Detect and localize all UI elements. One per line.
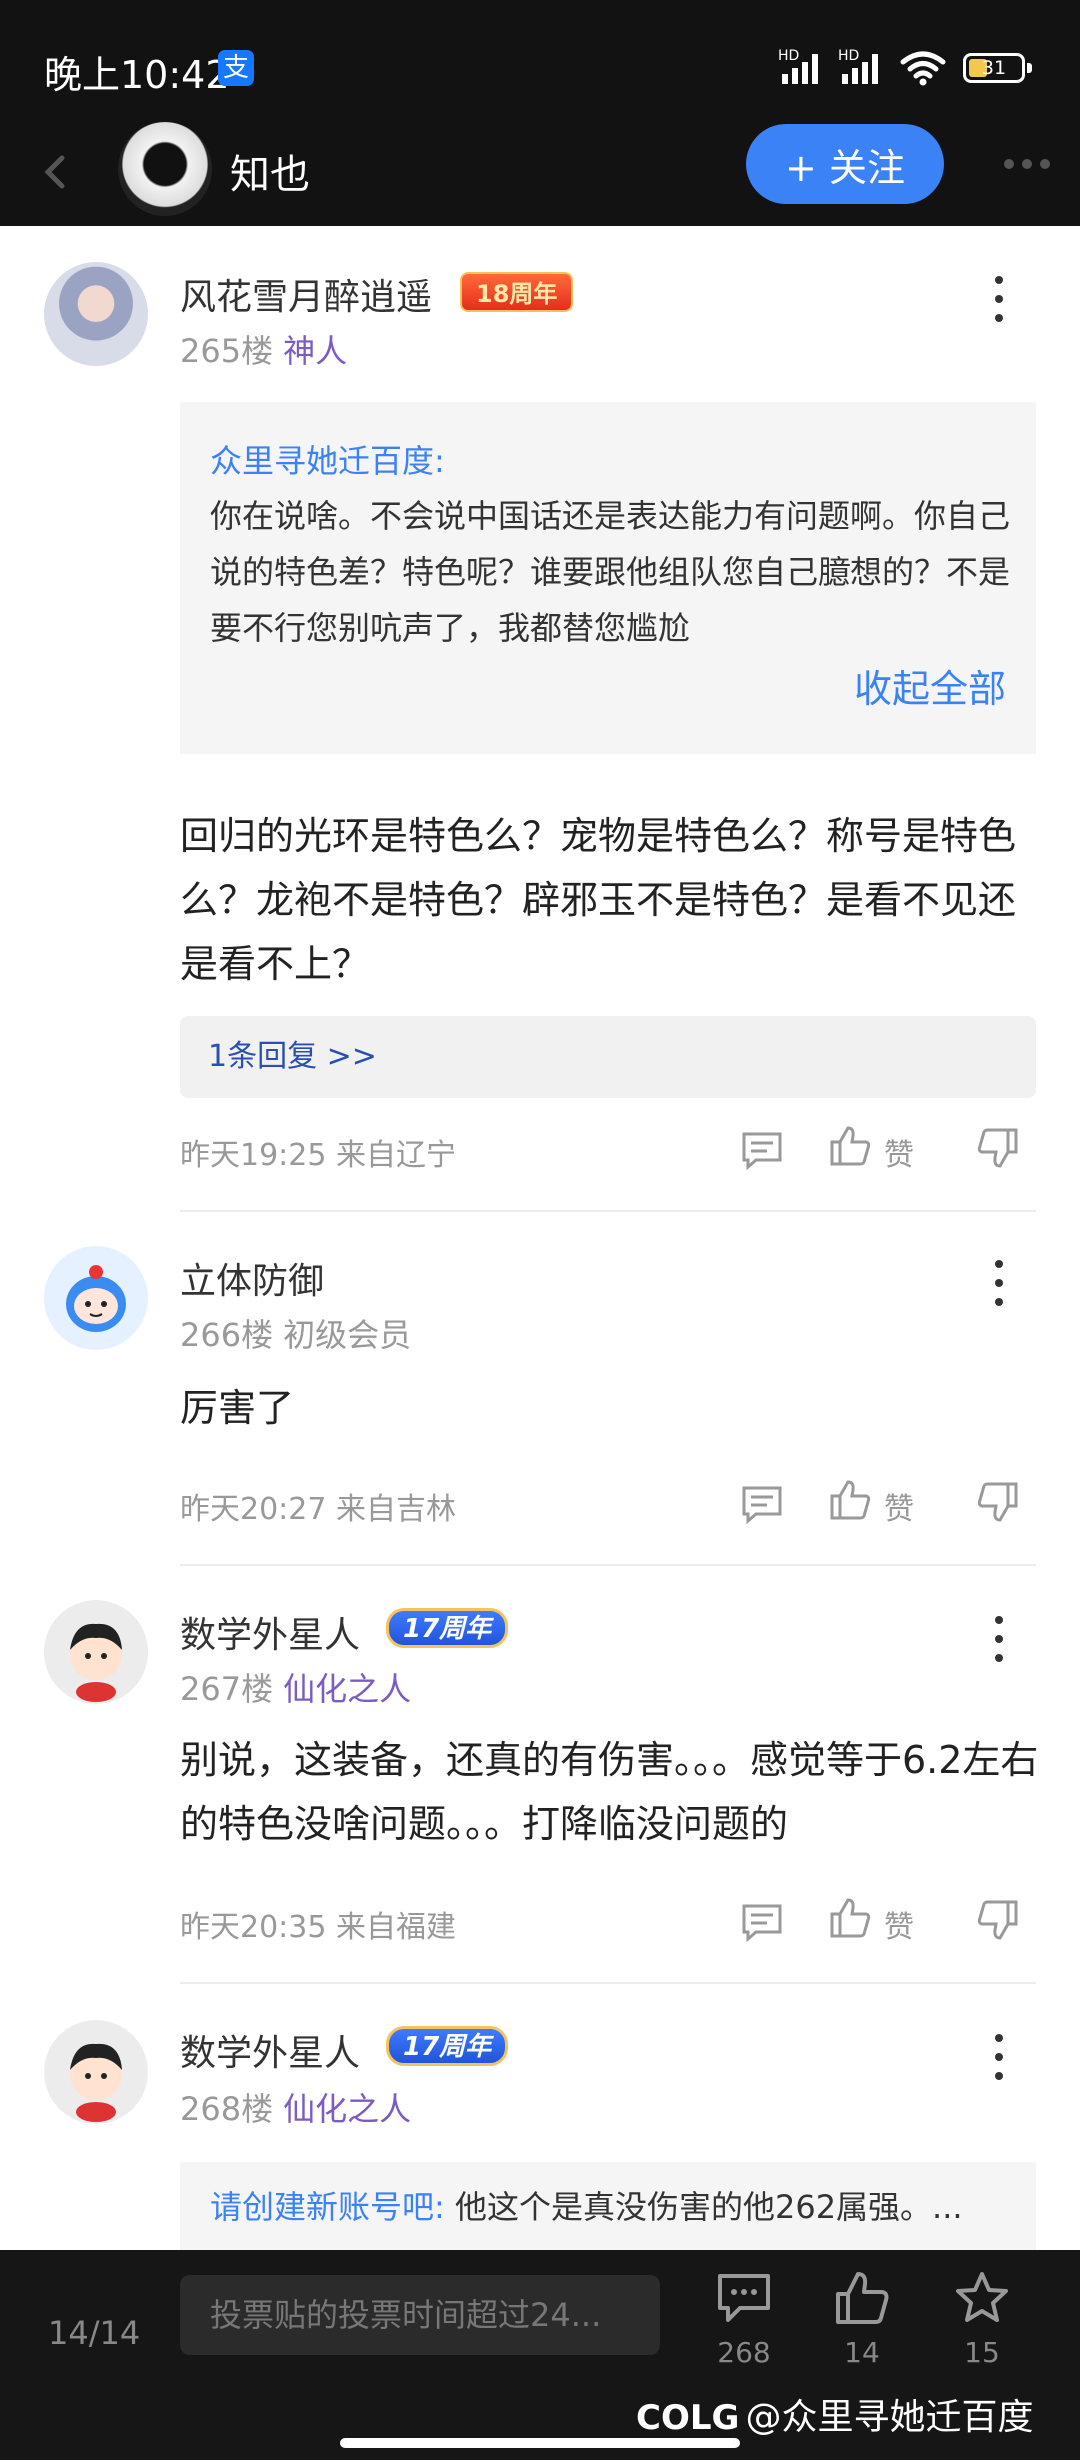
like-count: 14 bbox=[844, 2336, 880, 2369]
floor-number: 267楼 bbox=[180, 1670, 274, 1708]
floor-info: 267楼 仙化之人 bbox=[180, 1664, 411, 1710]
wifi-icon bbox=[900, 51, 946, 86]
comment-count-button[interactable]: 268 bbox=[704, 2270, 784, 2369]
watermark: COLG @众里寻她迁百度 bbox=[636, 2388, 1033, 2440]
dislike-icon[interactable] bbox=[976, 1898, 1020, 1942]
like-icon[interactable] bbox=[828, 1478, 872, 1522]
floor-info: 265楼 神人 bbox=[180, 326, 347, 372]
comment-icon[interactable] bbox=[740, 1128, 784, 1172]
user-avatar[interactable] bbox=[44, 1600, 148, 1704]
floor-info: 268楼 仙化之人 bbox=[180, 2084, 411, 2130]
user-avatar[interactable] bbox=[44, 1246, 148, 1350]
bottom-bar: 14/14 投票贴的投票时间超过24... 268 14 15 COLG @众里寻… bbox=[0, 2250, 1080, 2460]
back-arrow-icon[interactable] bbox=[34, 144, 74, 200]
like-icon[interactable] bbox=[828, 1896, 872, 1940]
star-icon bbox=[956, 2272, 1008, 2322]
comment-icon[interactable] bbox=[740, 1482, 784, 1526]
post-menu-icon[interactable] bbox=[992, 1616, 1006, 1662]
reply-input[interactable]: 投票贴的投票时间超过24... bbox=[180, 2275, 660, 2355]
signal-icon-2 bbox=[842, 50, 886, 84]
favorite-count-button[interactable]: 15 bbox=[942, 2270, 1022, 2369]
username[interactable]: 数学外星人 bbox=[180, 1606, 360, 1658]
anniversary-badge: 18周年 bbox=[460, 272, 574, 312]
comment-count: 268 bbox=[717, 2336, 771, 2369]
like-label[interactable]: 赞 bbox=[884, 1130, 914, 1174]
replies-link[interactable]: 1条回复 >> bbox=[180, 1016, 1036, 1098]
post-menu-icon[interactable] bbox=[992, 276, 1006, 322]
author-avatar[interactable] bbox=[118, 122, 212, 216]
signal-icon bbox=[782, 50, 826, 84]
comment-bubble-icon bbox=[718, 2274, 770, 2322]
post-content: 回归的光环是特色么？宠物是特色么？称号是特色么？龙袍不是特色？辟邪玉不是特色？是… bbox=[180, 814, 1017, 986]
post-content: 别说，这装备，还真的有伤害。。。感觉等于6.2左右的特色没啥问题。。。打降临没问… bbox=[180, 1738, 1039, 1846]
page-indicator[interactable]: 14/14 bbox=[48, 2314, 140, 2352]
post-meta: 昨天20:35 来自福建 bbox=[180, 1910, 456, 1945]
user-title: 仙化之人 bbox=[283, 2090, 412, 2128]
floor-number: 268楼 bbox=[180, 2090, 274, 2128]
watermark-text: @众里寻她迁百度 bbox=[745, 2397, 1034, 2438]
dislike-icon[interactable] bbox=[976, 1480, 1020, 1524]
battery-level: 31 bbox=[981, 57, 1007, 79]
anniversary-badge: 17周年 bbox=[386, 2026, 509, 2066]
top-bar: 晚上10:42 支 HD HD 31 知也 + 关注 bbox=[0, 0, 1080, 226]
floor-number: 265楼 bbox=[180, 332, 274, 370]
more-options-icon[interactable] bbox=[1004, 154, 1056, 174]
favorite-count: 15 bbox=[964, 2336, 1000, 2369]
quote-text: 他这个是真没伤害的他262属强。... bbox=[444, 2188, 963, 2226]
user-avatar[interactable] bbox=[44, 2020, 148, 2124]
quoted-reply: 众里寻她迁百度: 你在说啥。不会说中国话还是表达能力有问题啊。你自己说的特色差？… bbox=[180, 402, 1036, 754]
quote-author[interactable]: 众里寻她迁百度: bbox=[210, 436, 445, 482]
username[interactable]: 立体防御 bbox=[180, 1252, 324, 1304]
post-divider bbox=[180, 1210, 1036, 1212]
battery-icon: 31 bbox=[963, 53, 1032, 83]
alipay-icon: 支 bbox=[218, 50, 254, 86]
home-indicator[interactable] bbox=[340, 2438, 740, 2448]
thumbs-up-icon bbox=[836, 2272, 889, 2324]
quoted-reply: 请创建新账号吧: 他这个是真没伤害的他262属强。... bbox=[180, 2162, 1036, 2252]
like-icon[interactable] bbox=[828, 1124, 872, 1168]
like-count-button[interactable]: 14 bbox=[822, 2270, 902, 2369]
dislike-icon[interactable] bbox=[976, 1126, 1020, 1170]
post-meta: 昨天19:25 来自辽宁 bbox=[180, 1138, 456, 1173]
user-title: 仙化之人 bbox=[283, 1670, 412, 1708]
author-name[interactable]: 知也 bbox=[230, 142, 310, 200]
post-divider bbox=[180, 1564, 1036, 1566]
user-title: 神人 bbox=[283, 332, 348, 370]
follow-button[interactable]: + 关注 bbox=[746, 124, 944, 204]
floor-info: 266楼 初级会员 bbox=[180, 1310, 411, 1356]
colg-logo: COLG bbox=[636, 2398, 740, 2438]
status-time: 晚上10:42 bbox=[44, 53, 230, 97]
nav-header: 知也 + 关注 bbox=[0, 118, 1080, 226]
post-meta: 昨天20:27 来自吉林 bbox=[180, 1492, 456, 1527]
user-title: 初级会员 bbox=[283, 1316, 412, 1354]
status-bar: 晚上10:42 支 HD HD 31 bbox=[0, 0, 1080, 130]
floor-number: 266楼 bbox=[180, 1316, 274, 1354]
quote-text: 你在说啥。不会说中国话还是表达能力有问题啊。你自己说的特色差？特色呢？谁要跟他组… bbox=[210, 497, 1011, 647]
like-label[interactable]: 赞 bbox=[884, 1902, 914, 1946]
anniversary-badge: 17周年 bbox=[386, 1608, 509, 1648]
quote-author[interactable]: 请创建新账号吧: bbox=[210, 2188, 445, 2226]
like-label[interactable]: 赞 bbox=[884, 1484, 914, 1528]
comment-icon[interactable] bbox=[740, 1900, 784, 1944]
username[interactable]: 风花雪月醉逍遥 bbox=[180, 268, 432, 320]
post-divider bbox=[180, 1982, 1036, 1984]
post-menu-icon[interactable] bbox=[992, 1260, 1006, 1306]
collapse-link[interactable]: 收起全部 bbox=[854, 658, 1006, 713]
username[interactable]: 数学外星人 bbox=[180, 2024, 360, 2076]
post-menu-icon[interactable] bbox=[992, 2034, 1006, 2080]
user-avatar[interactable] bbox=[44, 262, 148, 366]
post-content: 厉害了 bbox=[180, 1386, 295, 1430]
